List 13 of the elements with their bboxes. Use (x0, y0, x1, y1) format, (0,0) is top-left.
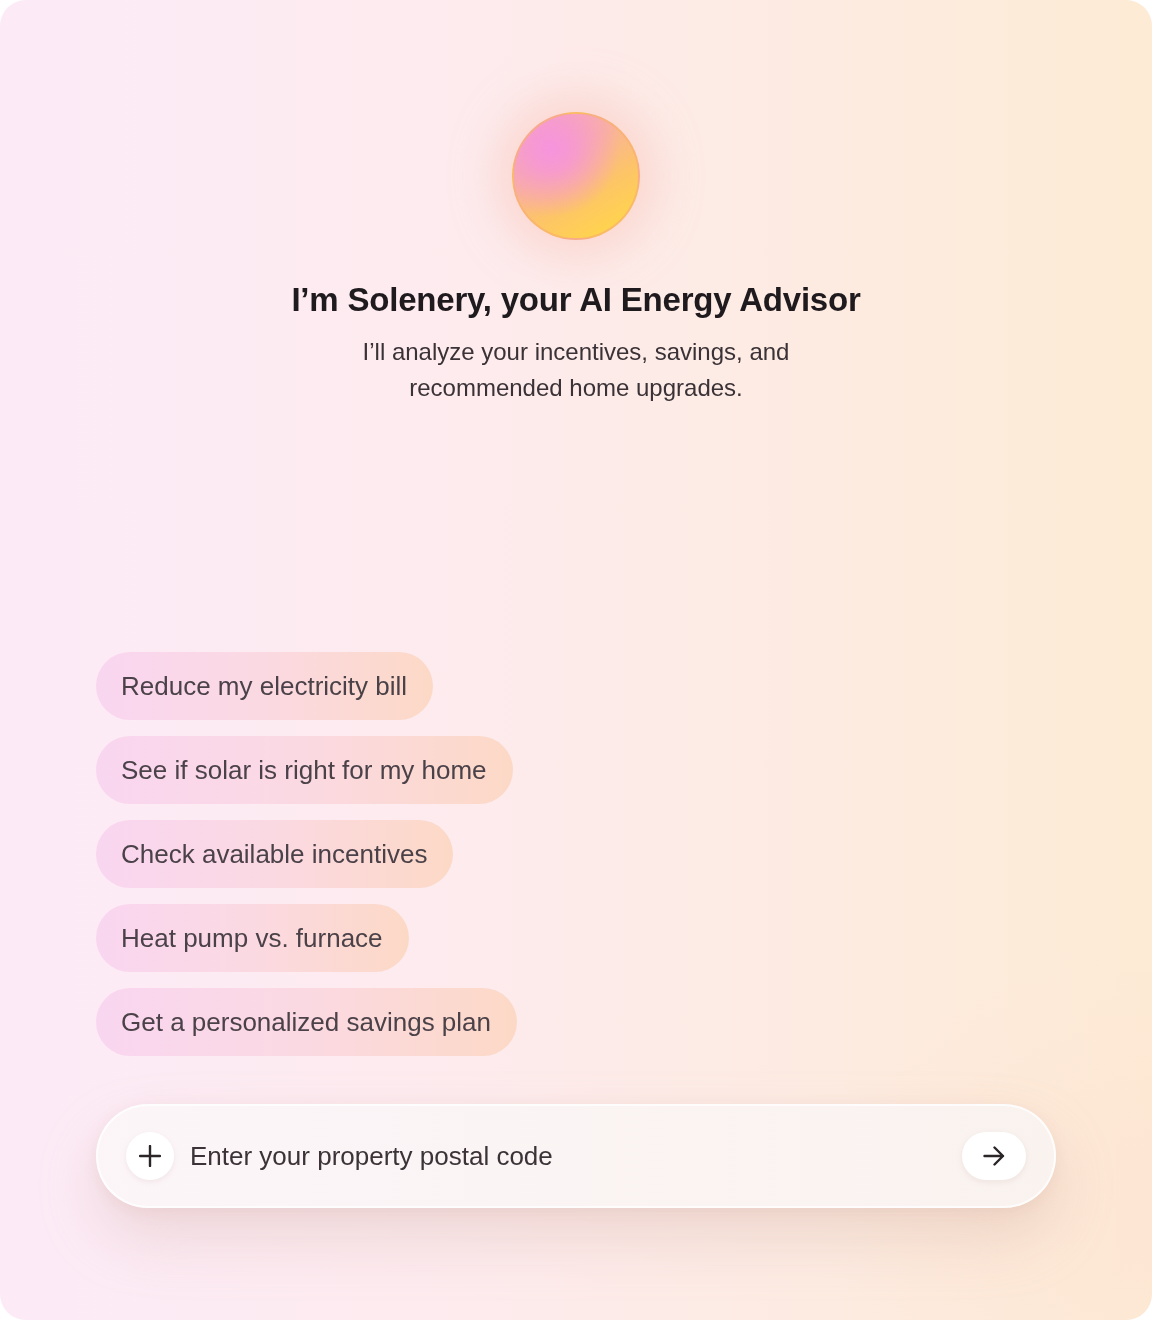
suggestion-chip[interactable]: Check available incentives (96, 820, 454, 888)
postal-code-field[interactable]: Enter your property postal code (96, 1104, 1056, 1208)
suggestion-chip[interactable]: Get a personalized savings plan (96, 988, 517, 1056)
suggestion-chip[interactable]: Heat pump vs. furnace (96, 904, 409, 972)
assistant-intro: I’ll analyze your incentives, savings, and recommended home upgrades. (361, 337, 791, 403)
send-button[interactable] (962, 1132, 1026, 1180)
postal-code-input[interactable]: Enter your property postal code (190, 1132, 946, 1180)
arrow-right-icon (983, 1146, 1005, 1166)
plus-icon (139, 1145, 161, 1167)
suggestion-chip[interactable]: See if solar is right for my home (96, 736, 513, 804)
add-button[interactable] (126, 1132, 174, 1180)
assistant-heading: I’m Solenery, your AI Energy Advisor (291, 280, 861, 320)
suggestion-chip[interactable]: Reduce my electricity bill (96, 652, 434, 720)
